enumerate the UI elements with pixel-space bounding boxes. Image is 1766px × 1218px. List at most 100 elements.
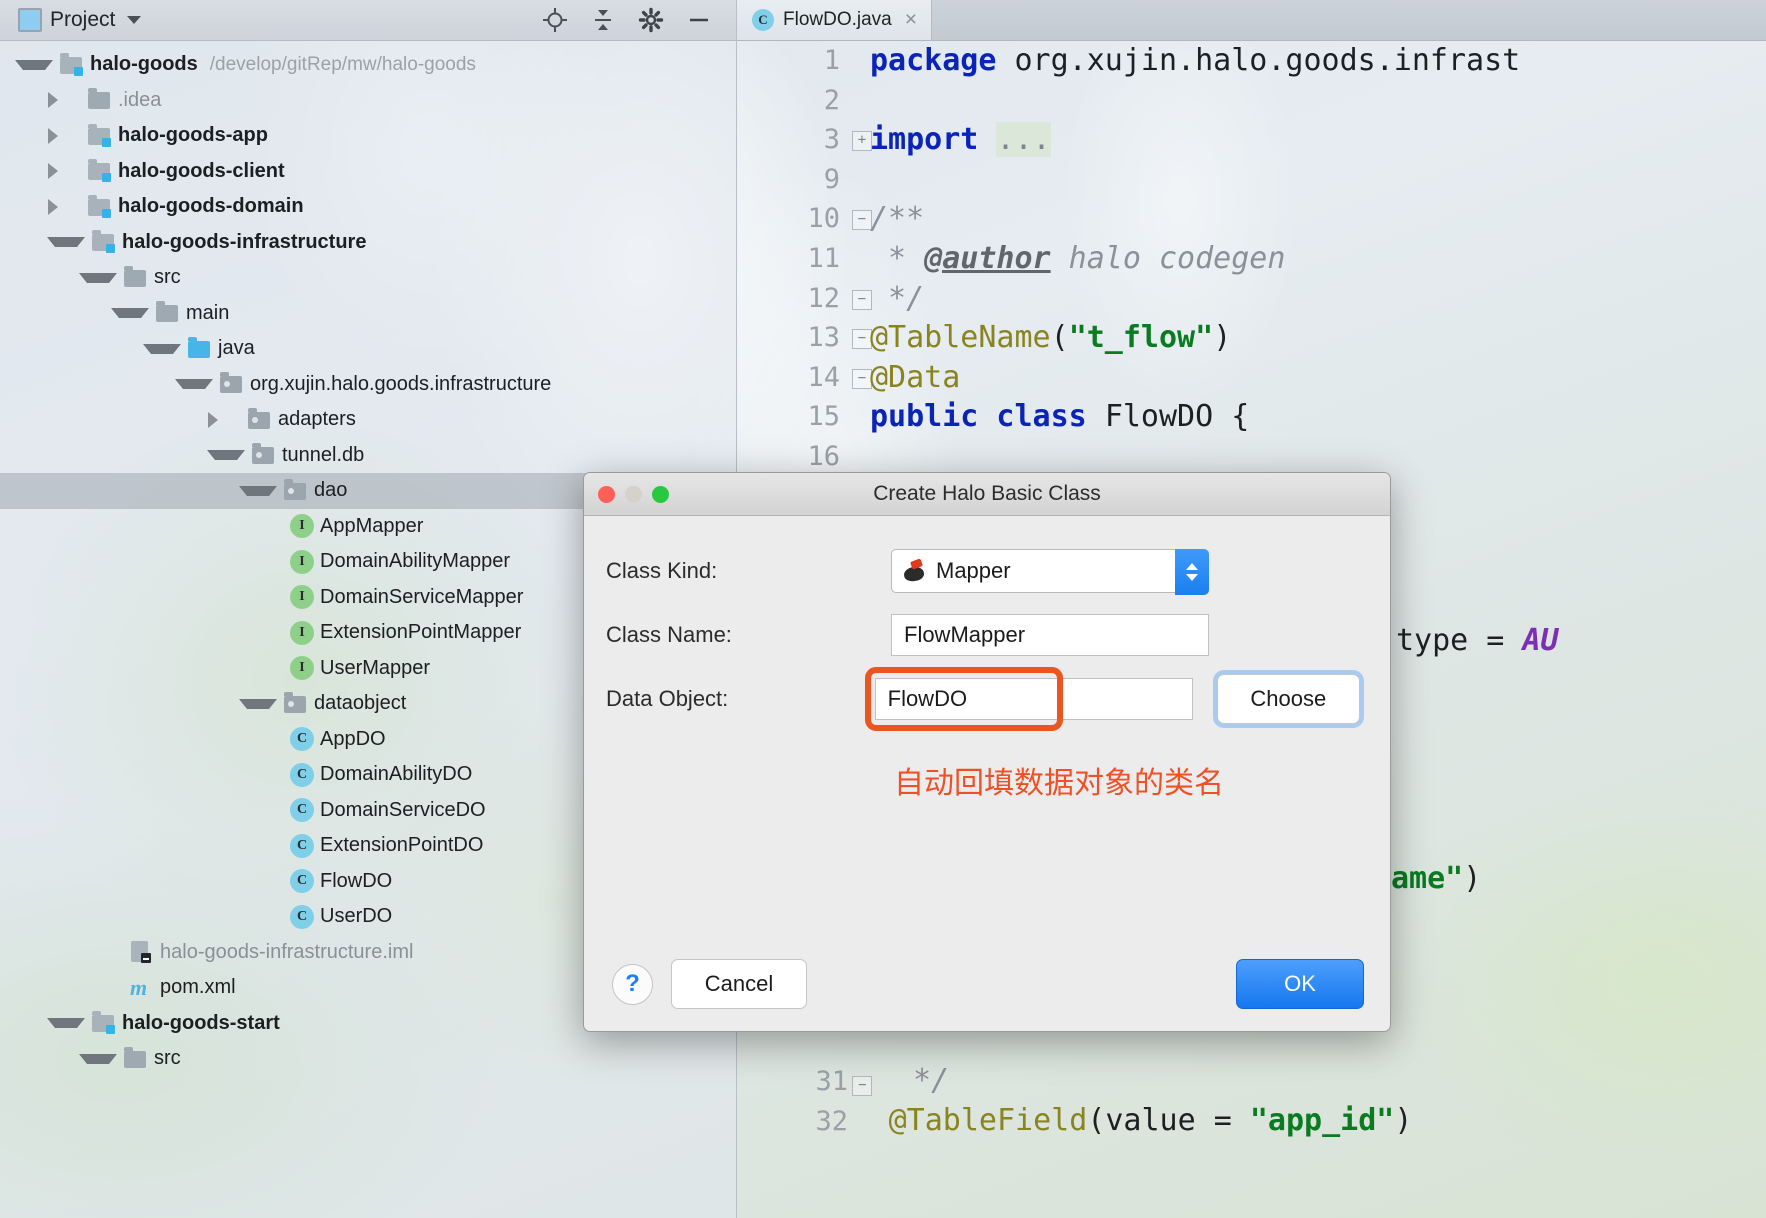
tree-row-label: ExtensionPointMapper [320,621,522,644]
class-kind-row: Class Kind: Mapper [606,542,1360,600]
tree-row-label: FlowDO [320,869,393,892]
line-number: 13 [807,322,840,354]
data-object-input[interactable]: FlowDO [874,678,1193,720]
tree-row-label: DomainServiceMapper [320,585,524,608]
expand-fold-icon[interactable]: + [852,131,872,152]
tree-row-label: .idea [118,88,162,111]
chevron-down-icon[interactable] [127,16,142,24]
locate-icon[interactable] [542,7,568,33]
tree-row-label: halo-goods-infrastructure.iml [160,940,414,963]
chevron-down-icon[interactable] [111,308,149,319]
package-icon [284,691,308,715]
folder-icon [156,301,180,324]
help-button[interactable]: ? [612,963,653,1005]
collapse-fold-icon[interactable]: − [852,210,872,231]
tree-row[interactable]: halo-goods-app [0,118,736,154]
collapse-fold-icon[interactable]: − [852,329,872,350]
tree-row-label: dataobject [314,692,407,715]
class-kind-select[interactable]: Mapper [891,549,1209,595]
tree-row-path: /develop/gitRep/mw/halo-goods [209,53,476,75]
code-line: /** [870,201,925,237]
tree-row[interactable]: org.xujin.halo.goods.infrastructure [0,367,736,403]
tree-row[interactable]: tunnel.db [0,438,736,474]
class-name-label: Class Name: [606,622,732,647]
chevron-down-icon[interactable] [79,1053,117,1064]
tree-row-label: halo-goods-client [118,159,285,182]
code-line-31: 31 − */ [815,1063,950,1098]
tree-row[interactable]: halo-goods-infrastructure [0,225,736,261]
class-icon: C [290,904,314,929]
minimize-icon[interactable] [686,7,712,33]
chevron-down-icon[interactable] [47,237,85,248]
code-line: * @author halo codegen [870,240,1286,276]
tree-row-label: UserMapper [320,656,431,679]
ok-button[interactable]: OK [1236,959,1364,1009]
tree-row[interactable]: adapters [0,402,736,438]
tree-row-label: halo-goods-start [122,1011,280,1034]
class-name-input[interactable]: FlowMapper [891,614,1209,656]
chevron-down-icon[interactable] [143,343,181,354]
collapse-fold-icon[interactable]: − [852,289,872,310]
class-icon: C [752,9,774,31]
chevron-down-icon[interactable] [207,450,245,461]
tree-row-label: adapters [278,408,356,431]
code-line-32: 32 @TableField(value = "app_id") [815,1103,1413,1138]
chevron-down-icon[interactable] [239,485,277,496]
chevron-down-icon[interactable] [15,59,53,70]
tree-row-label: pom.xml [160,976,236,999]
collapse-all-icon[interactable] [590,7,616,33]
tree-row[interactable]: src [0,260,736,296]
mapper-icon [902,559,926,583]
tree-row[interactable]: src [0,1041,736,1077]
chevron-down-icon[interactable] [175,379,213,390]
tree-row[interactable]: halo-goods-client [0,154,736,190]
annotation-note: 自动回填数据对象的类名 [894,766,1224,801]
tree-row[interactable]: halo-goods/develop/gitRep/mw/halo-goods [0,47,736,83]
chevron-right-icon[interactable] [48,163,80,180]
gear-icon[interactable] [638,7,664,33]
cancel-button[interactable]: Cancel [671,959,807,1009]
stepper-arrows-icon[interactable] [1175,549,1209,595]
interface-icon: I [290,620,314,645]
package-icon [248,407,272,431]
line-number: 9 [823,163,840,195]
tree-row[interactable]: java [0,331,736,367]
line-number: 3 [823,124,840,156]
collapse-fold-icon[interactable]: − [852,368,872,389]
chevron-down-icon[interactable] [47,1018,85,1029]
code-fragment-name: ame") [1391,861,1482,896]
data-object-label: Data Object: [606,686,729,711]
chevron-down-icon[interactable] [79,272,117,283]
maven-file-icon: m [130,974,148,1000]
chevron-right-icon[interactable] [48,198,80,215]
code-fragment-type: type = AU [1396,623,1559,658]
chevron-right-icon[interactable] [48,127,80,144]
source-folder-icon [188,336,212,360]
chevron-right-icon[interactable] [208,411,240,428]
tree-row-label: java [218,337,255,360]
code-line: package org.xujin.halo.goods.infrast [870,43,1521,78]
app-root: C FlowDO.java × 1 2 3 9 10 11 12 13 14 15 16 + − − − −… [0,0,1766,1218]
tree-row-label: halo-goods-infrastructure [122,230,367,253]
choose-button[interactable]: Choose [1216,674,1360,724]
chevron-right-icon[interactable] [48,92,80,109]
tree-row[interactable]: halo-goods-domain [0,189,736,225]
tab-flowdo-java[interactable]: C FlowDO.java × [736,0,933,40]
code-text: package org.xujin.halo.goods.infrast impo… [870,41,1766,477]
tree-row-label: AppDO [320,727,386,750]
tree-row[interactable]: main [0,296,736,332]
line-number: 11 [807,242,840,274]
tree-row-label: dao [314,479,348,502]
tree-row[interactable]: .idea [0,83,736,119]
line-number: 10 [807,203,840,235]
chevron-down-icon[interactable] [239,698,277,709]
close-icon[interactable]: × [901,8,917,32]
class-icon: C [290,798,314,823]
